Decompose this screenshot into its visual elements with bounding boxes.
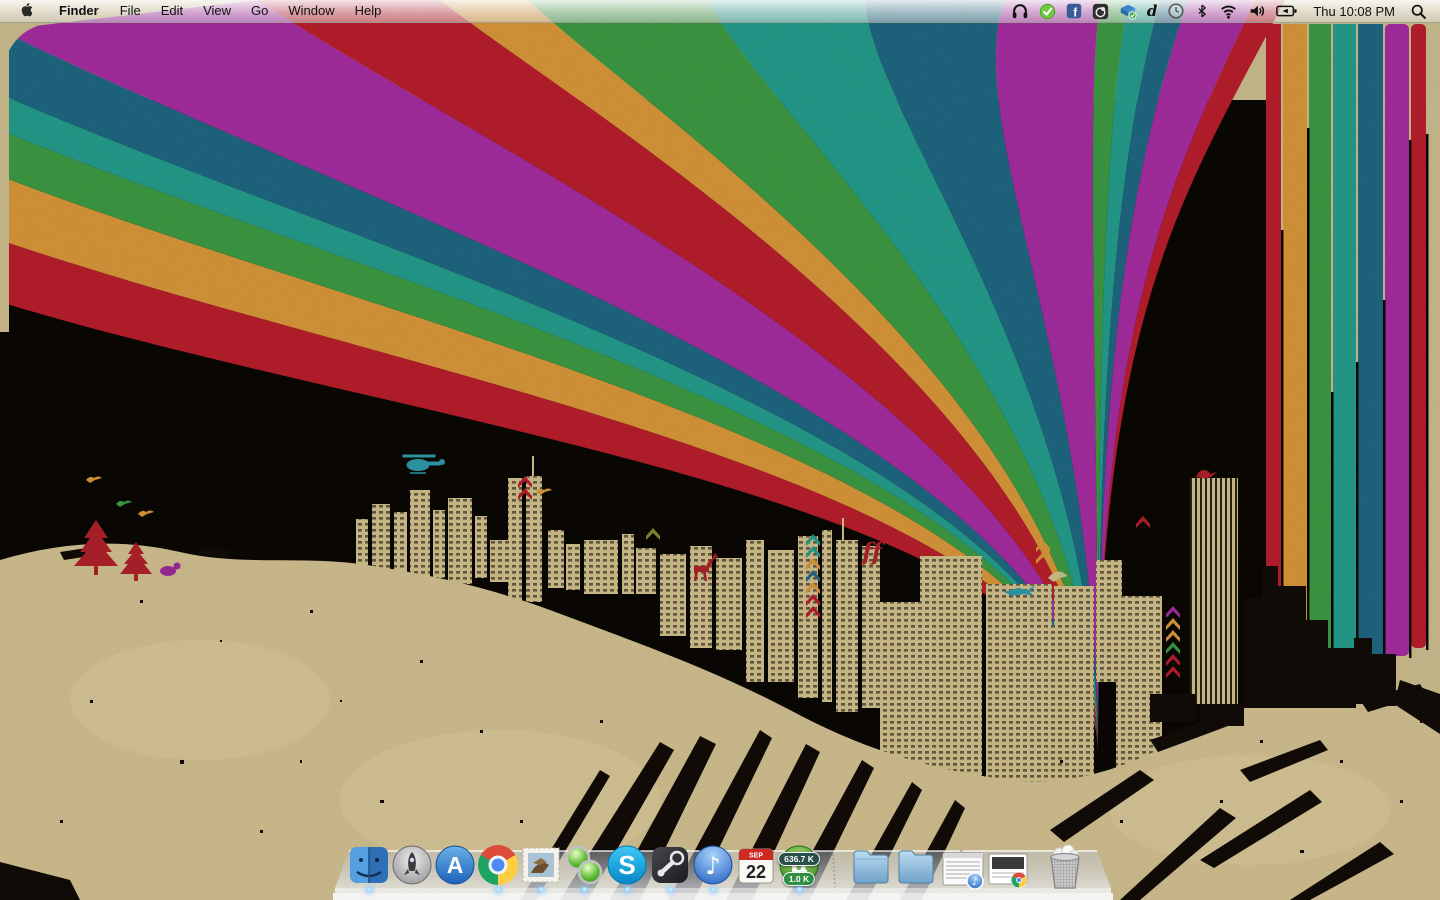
dock-launchpad-icon[interactable]: [390, 843, 434, 887]
menu-item-go[interactable]: Go: [241, 0, 278, 22]
running-light-steam: [666, 887, 674, 893]
dock-skype-icon[interactable]: S: [605, 843, 649, 887]
running-light-utorrent: [795, 887, 803, 893]
chrome-badge: [1011, 872, 1027, 888]
menu-item-help[interactable]: Help: [345, 0, 392, 22]
battery-icon[interactable]: [1271, 0, 1303, 22]
svg-text:A: A: [447, 852, 464, 878]
dock-messenger-icon[interactable]: [562, 843, 606, 887]
desktop: ff Finder File Edit View Go Window Help …: [0, 0, 1440, 900]
svg-text:♪: ♪: [972, 877, 978, 888]
dock-finder-icon[interactable]: [347, 843, 391, 887]
dock-folder-2[interactable]: [894, 843, 938, 887]
dock-itunes-icon[interactable]: ♪: [691, 843, 735, 887]
dock-chrome-icon[interactable]: [476, 843, 520, 887]
droplr-icon[interactable]: d: [1142, 0, 1163, 22]
skype-status-icon[interactable]: [1034, 0, 1061, 22]
apple-icon: [21, 2, 32, 16]
apple-menu[interactable]: [0, 0, 48, 22]
utorrent-upload-badge: 1.0 K: [782, 872, 816, 886]
dock-minimized-itunes-window[interactable]: ♪: [941, 849, 985, 893]
running-light-messenger: [580, 887, 588, 893]
dock-minimized-chrome-window[interactable]: [986, 849, 1030, 893]
grain-overlay: [0, 0, 1440, 900]
svg-text:SEP: SEP: [749, 853, 763, 860]
dock-utorrent-icon[interactable]: µ 636.7 K 1.0 K: [777, 843, 821, 887]
dock-trash-icon[interactable]: [1039, 840, 1091, 889]
svg-text:22: 22: [746, 862, 766, 882]
bluetooth-icon[interactable]: [1190, 0, 1214, 22]
time-machine-icon[interactable]: [1162, 0, 1190, 22]
dock: A S ♪ SEP 22 636.7 K 1.0 K ♪: [333, 843, 1113, 900]
menu-item-finder[interactable]: Finder: [48, 0, 110, 22]
svg-text:♪: ♪: [705, 852, 720, 880]
menu-item-window[interactable]: Window: [278, 0, 344, 22]
spotlight-icon[interactable]: [1405, 0, 1432, 22]
facebook-icon[interactable]: f: [1061, 0, 1087, 22]
menu-clock[interactable]: Thu 10:08 PM: [1303, 4, 1405, 19]
headphones-icon[interactable]: [1006, 0, 1034, 22]
volume-icon[interactable]: [1243, 0, 1271, 22]
running-light-itunes: [709, 887, 717, 893]
phone-app-icon[interactable]: [1087, 0, 1114, 22]
wallpaper: ff: [0, 0, 1440, 900]
dock-steam-icon[interactable]: [648, 843, 692, 887]
dropbox-icon[interactable]: [1114, 0, 1142, 22]
running-light-finder: [365, 887, 373, 893]
menu-item-file[interactable]: File: [110, 0, 151, 22]
dock-mail-icon[interactable]: [519, 843, 563, 887]
dock-appstore-icon[interactable]: A: [433, 843, 477, 887]
running-light-skype: [623, 887, 631, 893]
svg-text:S: S: [618, 850, 635, 880]
menu-bar: Finder File Edit View Go Window Help f d: [0, 0, 1440, 23]
running-light-mail: [537, 887, 545, 893]
menu-item-view[interactable]: View: [193, 0, 241, 22]
wifi-icon[interactable]: [1214, 0, 1243, 22]
utorrent-download-badge: 636.7 K: [778, 852, 820, 866]
running-light-chrome: [494, 887, 502, 893]
dock-ical-icon[interactable]: SEP 22: [734, 843, 778, 887]
dock-folder-1[interactable]: [849, 843, 893, 887]
menu-item-edit[interactable]: Edit: [151, 0, 193, 22]
